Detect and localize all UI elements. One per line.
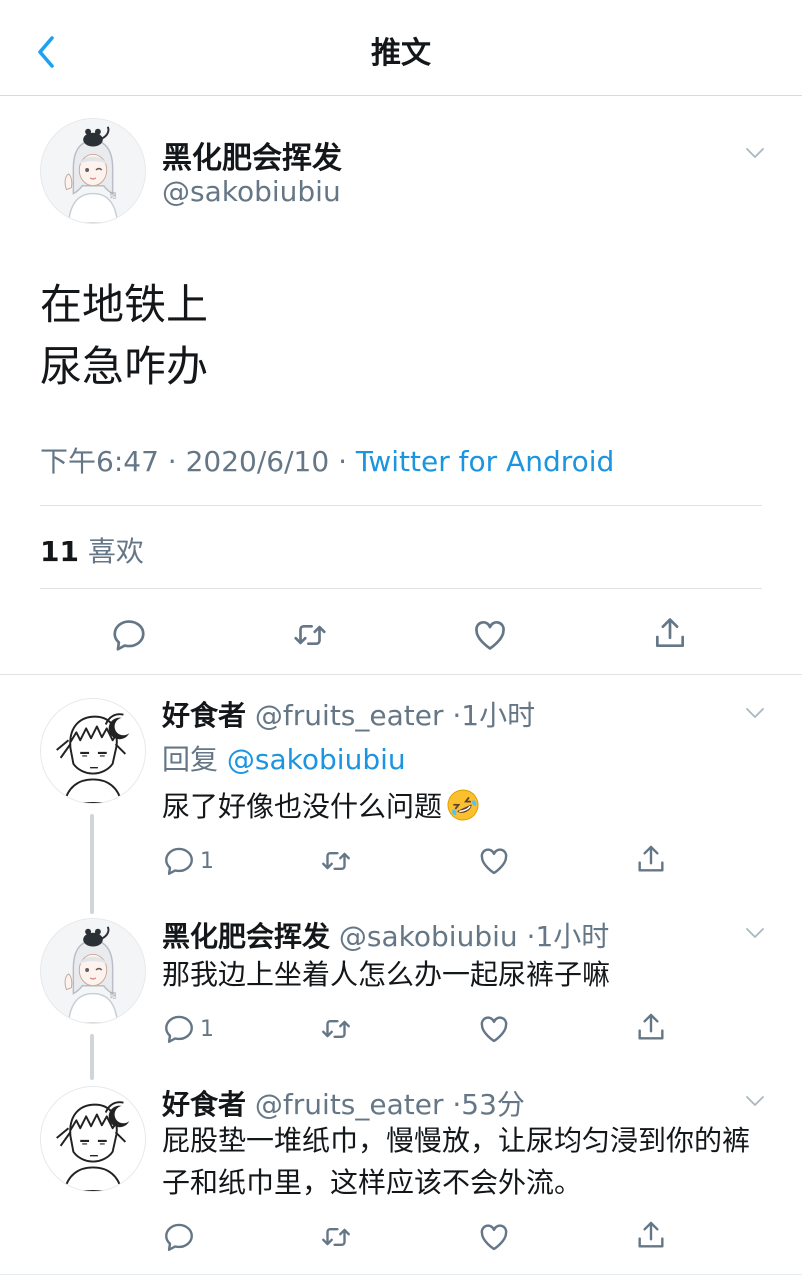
chevron-down-icon <box>743 1089 767 1113</box>
avatar[interactable] <box>40 698 146 804</box>
share-button[interactable] <box>634 842 668 876</box>
like-button[interactable] <box>477 1220 511 1254</box>
reply-text-content: 屁股垫一堆纸巾，慢慢放，让尿均匀浸到你的裤子和纸巾里，这样应该不会外流。 <box>162 1124 751 1199</box>
meta-separator: · <box>452 699 462 732</box>
reply-time: 53分 <box>461 1088 525 1121</box>
reply-text: 那我边上坐着人怎么办一起尿裤子嘛 <box>162 954 762 996</box>
reply-button[interactable]: 1 <box>162 1012 214 1046</box>
share-icon <box>634 842 668 876</box>
share-icon <box>651 614 689 652</box>
tweet-text-line: 在地铁上 <box>40 280 209 329</box>
reply-time: 1小时 <box>535 920 610 953</box>
replying-to-label: 回复 <box>162 743 219 776</box>
like-icon <box>477 1012 511 1046</box>
share-button[interactable] <box>634 1010 668 1044</box>
reply-count: 1 <box>200 1016 214 1042</box>
retweet-button[interactable] <box>290 616 330 654</box>
likes-label: 喜欢 <box>87 535 144 568</box>
reply-author-handle[interactable]: @sakobiubiu <box>339 920 518 953</box>
reply-header: 黑化肥会挥发 @sakobiubiu ·1小时 <box>162 915 609 955</box>
avatar[interactable] <box>40 1086 146 1192</box>
chevron-down-icon <box>743 141 767 165</box>
bottom-divider <box>0 1274 802 1275</box>
like-button[interactable] <box>471 616 509 654</box>
reply-author-name[interactable]: 黑化肥会挥发 <box>162 920 330 953</box>
likes-count: 11 <box>40 535 79 568</box>
share-icon <box>634 1010 668 1044</box>
reply-icon <box>162 844 196 878</box>
tweet-date: 2020/6/10 <box>185 445 330 478</box>
avatar-image <box>41 699 145 803</box>
like-icon <box>477 1220 511 1254</box>
like-icon <box>471 616 509 654</box>
retweet-icon <box>290 616 330 654</box>
retweet-button[interactable] <box>318 844 354 878</box>
reply-button[interactable]: 1 <box>162 844 214 878</box>
reply-author-handle[interactable]: @fruits_eater <box>255 1088 444 1121</box>
thread-line <box>90 814 94 914</box>
reply-menu-button[interactable] <box>740 918 770 948</box>
tweet-menu-button[interactable] <box>740 138 770 168</box>
replying-to: 回复 @sakobiubiu <box>162 738 406 778</box>
rofl-emoji-icon <box>446 788 480 822</box>
tweet-text-line: 尿急咋办 <box>40 342 209 391</box>
meta-separator: · <box>338 445 347 478</box>
chevron-down-icon <box>743 701 767 725</box>
tweet-time: 下午6:47 <box>40 445 159 478</box>
reply-text: 屁股垫一堆纸巾，慢慢放，让尿均匀浸到你的裤子和纸巾里，这样应该不会外流。 <box>162 1120 762 1204</box>
avatar[interactable] <box>40 118 146 224</box>
reply-button[interactable] <box>162 1220 200 1254</box>
reply-time: 1小时 <box>461 699 536 732</box>
share-button[interactable] <box>634 1218 668 1252</box>
reply-count: 1 <box>200 848 214 874</box>
avatar-image <box>41 1087 145 1191</box>
avatar[interactable] <box>40 918 146 1024</box>
retweet-icon <box>318 1012 354 1046</box>
reply-menu-button[interactable] <box>740 698 770 728</box>
reply-text-content: 那我边上坐着人怎么办一起尿裤子嘛 <box>162 958 611 991</box>
share-icon <box>634 1218 668 1252</box>
reply-author-name[interactable]: 好食者 <box>162 699 246 732</box>
reply-menu-button[interactable] <box>740 1086 770 1116</box>
section-divider <box>0 674 802 675</box>
like-button[interactable] <box>477 844 511 878</box>
reply-icon <box>162 1012 196 1046</box>
retweet-button[interactable] <box>318 1012 354 1046</box>
reply-text: 尿了好像也没什么问题 <box>162 786 762 828</box>
reply-author-handle[interactable]: @fruits_eater <box>255 699 444 732</box>
avatar-image <box>41 119 145 223</box>
retweet-icon <box>318 844 354 878</box>
divider <box>40 588 762 589</box>
tweet-source-link[interactable]: Twitter for Android <box>356 445 614 478</box>
chevron-down-icon <box>743 921 767 945</box>
author-name[interactable]: 黑化肥会挥发 <box>162 133 342 177</box>
page-title: 推文 <box>371 36 431 71</box>
meta-separator: · <box>167 445 177 478</box>
reply-text-content: 尿了好像也没什么问题 <box>162 790 443 823</box>
replying-to-handle[interactable]: @sakobiubiu <box>227 743 406 776</box>
tweet-text: 在地铁上 尿急咋办 <box>40 274 208 398</box>
retweet-icon <box>318 1220 354 1254</box>
share-button[interactable] <box>651 614 689 652</box>
author-handle[interactable]: @sakobiubiu <box>162 175 341 208</box>
tweet-meta: 下午6:47 · 2020/6/10 · Twitter for Android <box>40 440 614 480</box>
reply-header: 好食者 @fruits_eater ·1小时 <box>162 694 535 734</box>
meta-separator: · <box>452 1088 462 1121</box>
like-icon <box>477 844 511 878</box>
likes-summary[interactable]: 11 喜欢 <box>40 530 144 570</box>
retweet-button[interactable] <box>318 1220 354 1254</box>
reply-icon <box>110 616 148 654</box>
reply-icon <box>162 1220 196 1254</box>
avatar-image <box>41 919 145 1023</box>
thread-line <box>90 1034 94 1080</box>
reply-button[interactable] <box>110 616 148 654</box>
like-button[interactable] <box>477 1012 511 1046</box>
reply-header: 好食者 @fruits_eater ·53分 <box>162 1083 525 1123</box>
divider <box>40 505 762 506</box>
top-bar: 推文 <box>0 0 802 96</box>
reply-author-name[interactable]: 好食者 <box>162 1088 246 1121</box>
